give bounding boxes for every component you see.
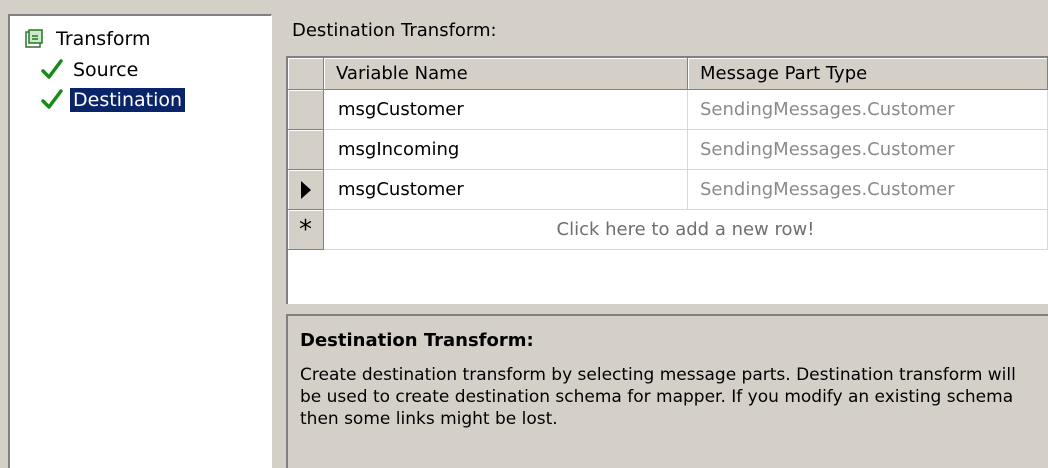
description-text: Create destination transform by selectin… (300, 365, 1016, 429)
row-header[interactable] (288, 90, 324, 130)
row-header[interactable] (288, 130, 324, 170)
section-title: Destination Transform: (292, 20, 497, 41)
message-part-type-cell[interactable]: SendingMessages.Customer (688, 90, 1048, 130)
description-title: Destination Transform: (300, 330, 534, 351)
new-row[interactable]: * Click here to add a new row! (288, 210, 1048, 250)
transform-icon (24, 29, 44, 49)
description-panel: Destination Transform: Create destinatio… (286, 314, 1048, 468)
tree-item-label: Destination (70, 88, 186, 112)
checkmark-icon (40, 88, 64, 112)
message-part-type-cell[interactable]: SendingMessages.Customer (688, 130, 1048, 170)
checkmark-icon (40, 58, 64, 82)
message-part-type-cell[interactable]: SendingMessages.Customer (688, 170, 1048, 210)
new-row-asterisk-icon: * (299, 214, 312, 245)
tree-root-label: Transform (56, 28, 151, 50)
tree-item-source[interactable]: Source (40, 56, 141, 84)
variable-name-cell[interactable]: msgIncoming (324, 130, 688, 170)
add-new-row-cell[interactable]: Click here to add a new row! (324, 210, 1048, 250)
row-header[interactable]: * (288, 210, 324, 250)
tree-root[interactable]: Transform (24, 26, 151, 52)
column-header-message-part-type[interactable]: Message Part Type (688, 58, 1048, 90)
table-row[interactable]: msgCustomer SendingMessages.Customer (288, 90, 1048, 130)
column-header-variable-name[interactable]: Variable Name (324, 58, 688, 90)
row-header[interactable] (288, 170, 324, 210)
table-row[interactable]: msgCustomer SendingMessages.Customer (288, 170, 1048, 210)
grid-corner-header[interactable] (288, 58, 324, 90)
current-row-arrow-icon (300, 180, 311, 199)
table-row[interactable]: msgIncoming SendingMessages.Customer (288, 130, 1048, 170)
message-parts-grid[interactable]: Variable Name Message Part Type msgCusto… (286, 56, 1048, 304)
tree-item-label: Source (73, 59, 139, 81)
variable-name-cell[interactable]: msgCustomer (324, 170, 688, 210)
variable-name-cell[interactable]: msgCustomer (324, 90, 688, 130)
tree-panel: Transform Source Destination (8, 14, 272, 468)
tree-item-destination[interactable]: Destination (40, 86, 186, 114)
